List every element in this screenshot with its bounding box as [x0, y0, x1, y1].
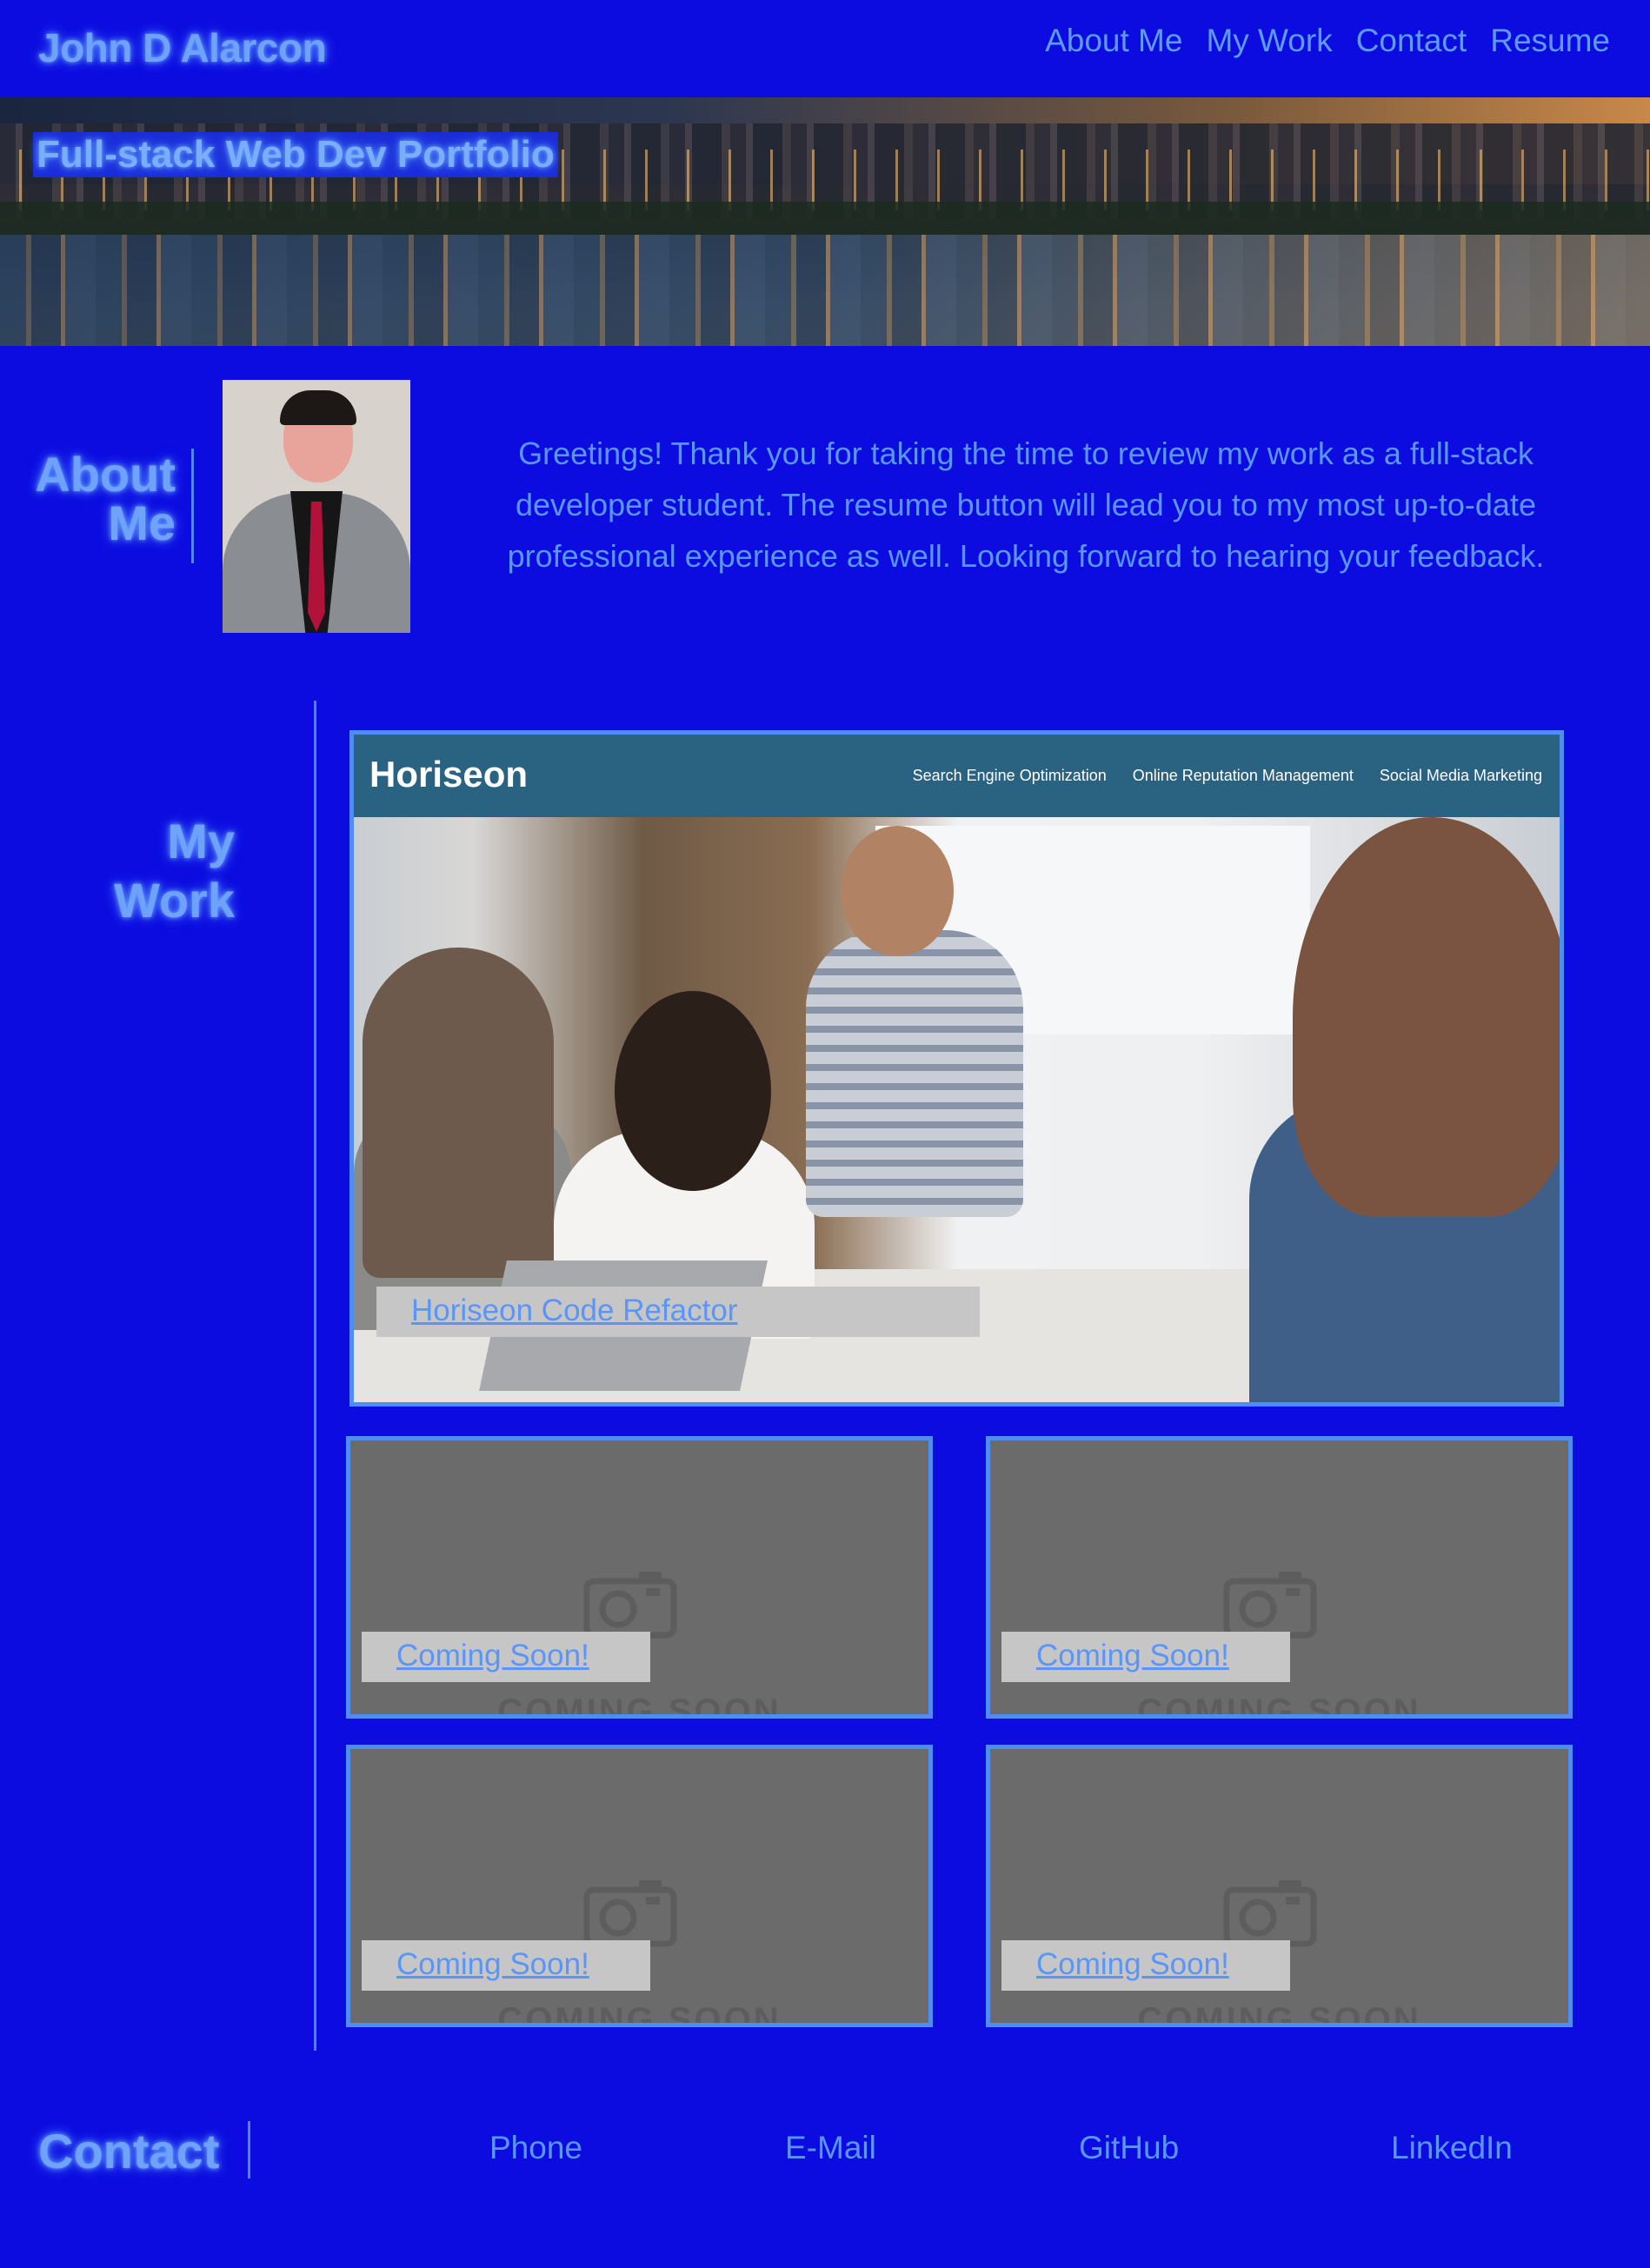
avatar — [223, 380, 410, 633]
nav-about-me[interactable]: About Me — [1045, 23, 1182, 59]
featured-project-brand: Horiseon — [369, 754, 529, 795]
site-header: John D Alarcon About Me My Work Contact … — [0, 0, 1650, 97]
camera-icon — [1223, 1572, 1317, 1639]
work-heading-line1: My — [167, 814, 235, 868]
photo-person-3-head — [841, 826, 954, 956]
work-heading-line2: Work — [114, 873, 235, 928]
site-name: John D Alarcon — [38, 25, 327, 70]
about-heading: About Me — [17, 450, 176, 548]
contact-heading: Contact — [38, 2124, 220, 2178]
hero-banner: Full-stack Web Dev Portfolio — [0, 97, 1650, 346]
hero-title: Full-stack Web Dev Portfolio — [33, 132, 558, 177]
placeholder-project-card[interactable]: COMING SOON Coming Soon! — [986, 1745, 1573, 2027]
placeholder-project-card[interactable]: COMING SOON Coming Soon! — [346, 1745, 933, 2027]
contact-phone-link[interactable]: Phone — [489, 2130, 582, 2166]
featured-project-nav: Search Engine Optimization Online Reputa… — [913, 767, 1542, 785]
about-heading-line1: About — [35, 447, 176, 502]
contact-email-link[interactable]: E-Mail — [785, 2130, 876, 2166]
placeholder-project-link[interactable]: Coming Soon! — [1001, 1940, 1290, 1991]
camera-icon — [583, 1572, 677, 1639]
camera-icon — [1223, 1880, 1317, 1947]
placeholder-image-text: COMING SOON — [497, 1693, 782, 1719]
placeholder-project-link[interactable]: Coming Soon! — [1001, 1632, 1290, 1682]
about-text: Greetings! Thank you for taking the time… — [507, 436, 1545, 574]
placeholder-project-link[interactable]: Coming Soon! — [362, 1940, 650, 1991]
placeholder-image-text: COMING SOON — [497, 2001, 782, 2027]
nav-my-work[interactable]: My Work — [1206, 23, 1332, 59]
placeholder-image-text: COMING SOON — [1137, 2001, 1421, 2027]
featured-project-link[interactable]: Horiseon Code Refactor — [376, 1287, 980, 1337]
placeholder-project-card[interactable]: COMING SOON Coming Soon! — [346, 1436, 933, 1719]
contact-linkedin-link[interactable]: LinkedIn — [1391, 2130, 1513, 2166]
hero-water-reflection — [0, 235, 1650, 346]
photo-person-4-head — [1293, 817, 1560, 1217]
featured-nav-seo: Search Engine Optimization — [912, 767, 1107, 784]
main-nav: About Me My Work Contact Resume — [1045, 23, 1610, 59]
placeholder-image-text: COMING SOON — [1137, 1693, 1421, 1719]
photo-person-1-head — [363, 948, 554, 1278]
photo-person-3-body — [806, 930, 1023, 1217]
avatar-hair — [280, 390, 356, 425]
work-heading: My Work — [52, 812, 235, 930]
about-divider — [191, 449, 194, 563]
featured-project-header-bar: Horiseon Search Engine Optimization Onli… — [354, 735, 1560, 817]
featured-nav-social: Social Media Marketing — [1379, 767, 1542, 784]
about-heading-line2: Me — [108, 496, 176, 550]
hero-trees — [0, 202, 1650, 236]
nav-resume[interactable]: Resume — [1490, 23, 1610, 59]
nav-contact[interactable]: Contact — [1356, 23, 1467, 59]
contact-github-link[interactable]: GitHub — [1079, 2130, 1179, 2166]
placeholder-project-link[interactable]: Coming Soon! — [362, 1632, 650, 1682]
contact-divider — [248, 2121, 250, 2178]
featured-project-card[interactable]: Horiseon Search Engine Optimization Onli… — [349, 730, 1564, 1407]
camera-icon — [583, 1880, 677, 1947]
photo-person-2-head — [615, 991, 771, 1191]
placeholder-project-card[interactable]: COMING SOON Coming Soon! — [986, 1436, 1573, 1719]
featured-nav-reputation: Online Reputation Management — [1132, 767, 1354, 784]
work-divider — [314, 701, 316, 2051]
